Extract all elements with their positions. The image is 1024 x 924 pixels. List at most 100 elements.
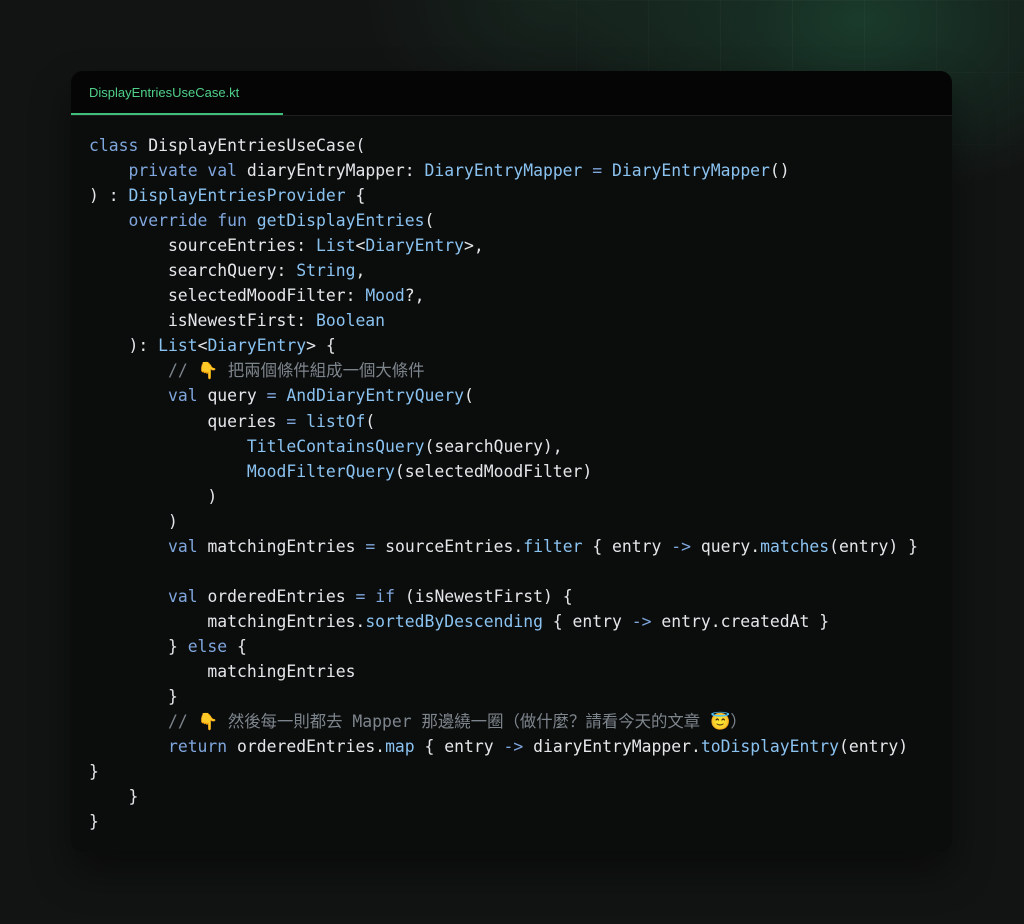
code-type: DiaryEntry (365, 236, 465, 256)
code-text: (entry) (839, 737, 909, 757)
code-type: DiaryEntryMapper (424, 161, 583, 181)
tab-file[interactable]: DisplayEntriesUseCase.kt (71, 71, 283, 115)
code-editor[interactable]: class DisplayEntriesUseCase( private val… (89, 133, 918, 834)
code-text: } (89, 636, 188, 656)
code-line: searchQuery: String, (89, 258, 918, 283)
code-text: DisplayEntriesUseCase( (148, 136, 366, 155)
code-line: selectedMoodFilter: Mood?, (89, 283, 918, 308)
code-line: matchingEntries.sortedByDescending { ent… (89, 609, 918, 634)
code-text: } (89, 812, 99, 832)
code-keyword: else (187, 636, 228, 656)
code-line: isNewestFirst: Boolean (89, 308, 918, 333)
code-type: DisplayEntriesProvider (128, 186, 346, 206)
code-text: selectedMoodFilter: (89, 286, 366, 306)
code-function: map (385, 737, 415, 757)
code-text: query. (691, 536, 761, 556)
code-text: matchingEntries. (89, 611, 366, 631)
code-text: ( (365, 411, 376, 431)
code-text: (isNewestFirst) { (394, 586, 573, 606)
code-line: ) (89, 509, 918, 534)
code-operator: = (582, 161, 613, 181)
code-keyword: return (167, 737, 238, 757)
code-line: ) : DisplayEntriesProvider { (89, 183, 918, 208)
code-text: entry.createdAt } (651, 611, 830, 631)
code-operator: -> (503, 737, 524, 757)
code-text: orderedEntries (207, 586, 356, 606)
code-text: } (89, 762, 99, 782)
code-keyword: val (167, 586, 208, 606)
code-text: sourceEntries: (89, 236, 316, 256)
code-keyword: val (167, 386, 208, 406)
code-window: DisplayEntriesUseCase.kt class DisplayEn… (71, 71, 952, 852)
code-operator: = (355, 586, 376, 606)
code-type: Mood (365, 286, 405, 306)
code-line: override fun getDisplayEntries( (89, 208, 918, 233)
code-text: { entry (542, 611, 632, 631)
code-line: } (89, 809, 918, 834)
code-line: // 👇 然後每一則都去 Mapper 那邊繞一圈（做什麼？請看今天的文章 😇） (89, 709, 918, 734)
code-text: () (769, 161, 790, 181)
code-line: sourceEntries: List<DiaryEntry>, (89, 233, 918, 258)
code-line: matchingEntries (89, 659, 918, 684)
code-line: class DisplayEntriesUseCase( (89, 133, 918, 158)
code-operator: = (266, 386, 287, 406)
code-text: } (89, 787, 139, 807)
code-text: ?, (404, 286, 425, 306)
code-text: ( (424, 211, 435, 231)
code-text: ) : (89, 186, 129, 206)
code-text: sourceEntries. (385, 536, 524, 556)
code-function: filter (523, 536, 583, 556)
code-text: { (345, 186, 366, 206)
tab-bar: DisplayEntriesUseCase.kt (71, 71, 952, 116)
code-function: matches (760, 536, 830, 556)
code-line: val query = AndDiaryEntryQuery( (89, 383, 918, 408)
code-line: } (89, 684, 918, 709)
code-line: ): List<DiaryEntry> { (89, 333, 918, 358)
code-type: DiaryEntry (207, 336, 307, 356)
code-line: } else { (89, 634, 918, 659)
code-function: sortedByDescending (365, 611, 543, 631)
code-line: TitleContainsQuery(searchQuery), (89, 434, 918, 459)
code-line: // 👇 把兩個條件組成一個大條件 (89, 358, 918, 383)
code-text: orderedEntries. (237, 737, 386, 757)
code-text: < (355, 236, 366, 256)
code-line: private val diaryEntryMapper: DiaryEntry… (89, 158, 918, 183)
code-function: AndDiaryEntryQuery (286, 386, 465, 406)
tab-file-label: DisplayEntriesUseCase.kt (89, 84, 240, 100)
code-text: searchQuery: (89, 261, 297, 281)
code-operator: -> (671, 536, 692, 556)
code-text: diaryEntryMapper: (246, 161, 425, 181)
code-line: ) (89, 484, 918, 509)
code-type: Boolean (315, 311, 386, 331)
code-text: matchingEntries (207, 536, 366, 556)
code-text: > { (306, 336, 336, 356)
code-operator: = (286, 411, 307, 431)
code-text: (searchQuery), (424, 436, 563, 456)
code-text: diaryEntryMapper. (523, 737, 701, 757)
code-type: String (296, 261, 356, 281)
code-comment: // 👇 把兩個條件組成一個大條件 (167, 361, 425, 381)
code-line: } (89, 784, 918, 809)
code-keyword: class (89, 136, 149, 155)
code-comment: // 👇 然後每一則都去 Mapper 那邊繞一圈（做什麼？請看今天的文章 😇） (167, 712, 747, 732)
code-text: >, (464, 236, 484, 256)
code-line: queries = listOf( (89, 409, 918, 434)
code-text: queries (89, 411, 287, 431)
code-line: val orderedEntries = if (isNewestFirst) … (89, 584, 918, 609)
code-text: query (207, 386, 267, 406)
code-function: MoodFilterQuery (246, 461, 395, 481)
code-function: toDisplayEntry (700, 737, 840, 757)
code-text: matchingEntries (89, 661, 356, 681)
code-keyword: val (167, 536, 208, 556)
code-text: ( (464, 386, 474, 406)
code-text: ): (89, 336, 159, 356)
code-text: { entry (582, 536, 672, 556)
